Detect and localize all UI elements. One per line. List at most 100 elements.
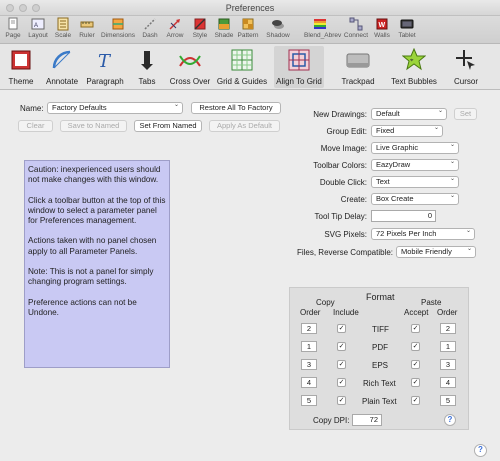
include-checkbox[interactable]: ✓ — [337, 342, 346, 351]
svg-pixels-popup[interactable]: 72 Pixels Per Inch ⌄ — [371, 228, 475, 240]
toolbar-shadow[interactable]: Shadow — [265, 17, 291, 39]
help-button[interactable]: ? — [474, 444, 487, 457]
copy-dpi-field[interactable]: 72 — [352, 414, 382, 426]
tooltip-delay-field[interactable]: 0 — [371, 210, 436, 222]
walls-icon: W — [376, 18, 388, 30]
paste-order-field[interactable]: 5 — [440, 395, 456, 406]
paste-order-field[interactable]: 3 — [440, 359, 456, 370]
tooltip-delay-label: Tool Tip Delay: — [314, 212, 367, 221]
blend-icon — [314, 19, 326, 29]
restore-all-to-factory-button[interactable]: Restore All To Factory — [191, 102, 281, 114]
move-image-popup[interactable]: Live Graphic ⌄ — [371, 142, 459, 154]
toolbar-page[interactable]: Page — [0, 17, 26, 39]
apply-as-default-button[interactable]: Apply As Default — [209, 120, 280, 132]
accept-checkbox[interactable]: ✓ — [411, 396, 420, 405]
chevron-down-icon: ⌄ — [449, 142, 455, 148]
toolbar-blend[interactable]: Blend_Abrev — [304, 17, 341, 39]
tabs-icon — [141, 51, 153, 70]
toolbar-layout[interactable]: A Layout — [25, 17, 51, 39]
annotate-icon — [52, 50, 71, 69]
style-icon — [194, 18, 206, 30]
note-paragraph: Caution: inexperienced users should not … — [28, 165, 161, 185]
include-checkbox[interactable]: ✓ — [337, 360, 346, 369]
include-checkbox[interactable]: ✓ — [337, 378, 346, 387]
chevron-down-icon: ⌄ — [466, 246, 472, 252]
accept-checkbox[interactable]: ✓ — [411, 378, 420, 387]
accept-checkbox[interactable]: ✓ — [411, 360, 420, 369]
tablet-icon — [400, 19, 414, 29]
scale-icon — [57, 17, 69, 31]
chevron-down-icon: ⌄ — [449, 193, 455, 199]
toolbar-tablet[interactable]: Tablet — [394, 17, 420, 39]
include-checkbox[interactable]: ✓ — [337, 324, 346, 333]
accept-checkbox[interactable]: ✓ — [411, 342, 420, 351]
group-edit-value: Fixed — [376, 126, 395, 135]
format-name: PDF — [372, 343, 388, 352]
svg-text:W: W — [379, 22, 386, 29]
note-paragraph: Preference actions can not be Undone. — [28, 297, 137, 317]
chevron-down-icon: ⌄ — [433, 125, 439, 131]
toolbar-shade[interactable]: Shade — [211, 17, 237, 39]
save-to-named-button[interactable]: Save to Named — [60, 120, 127, 132]
set-button[interactable]: Set — [454, 108, 477, 120]
toolbar-cursor[interactable]: Cursor — [450, 48, 482, 86]
copy-order-field[interactable]: 5 — [301, 395, 317, 406]
note-paragraph: Click a toolbar button at the top of thi… — [28, 195, 166, 226]
note-paragraph: Note: This is not a panel for simply cha… — [28, 267, 154, 287]
double-click-popup[interactable]: Text ⌄ — [371, 176, 459, 188]
paste-order-field[interactable]: 1 — [440, 341, 456, 352]
toolbar-paragraph[interactable]: T Paragraph — [85, 48, 125, 86]
copy-order-field[interactable]: 3 — [301, 359, 317, 370]
toolbar-theme[interactable]: Theme — [6, 48, 36, 86]
toolbar-connect[interactable]: Connect — [343, 17, 369, 39]
parameter-toolbar-top: Page A Layout Scale Ruler Dimensions Das… — [0, 16, 500, 44]
grid-guides-icon — [231, 49, 253, 71]
accept-checkbox[interactable]: ✓ — [411, 324, 420, 333]
copy-order-field[interactable]: 1 — [301, 341, 317, 352]
chevron-down-icon: ⌄ — [449, 159, 455, 165]
double-click-label: Double Click: — [319, 178, 367, 187]
pattern-icon — [242, 18, 254, 30]
set-from-named-button[interactable]: Set From Named — [134, 120, 202, 132]
new-drawings-popup[interactable]: Default ⌄ — [371, 108, 447, 120]
create-popup[interactable]: Box Create ⌄ — [371, 193, 459, 205]
text-bubbles-icon: ⌖ — [402, 48, 426, 71]
chevron-down-icon: ⌄ — [437, 108, 443, 114]
name-popup[interactable]: Factory Defaults ⌄ — [47, 102, 183, 114]
copy-order-field[interactable]: 4 — [301, 377, 317, 388]
clear-button[interactable]: Clear — [18, 120, 53, 132]
files-reverse-compatible-popup[interactable]: Mobile Friendly ⌄ — [396, 246, 476, 258]
toolbar-colors-value: EazyDraw — [376, 160, 411, 169]
paste-order-field[interactable]: 2 — [440, 323, 456, 334]
toolbar-grid-guides[interactable]: Grid & Guides — [216, 48, 268, 86]
toolbar-text-bubbles[interactable]: ⌖ Text Bubbles — [390, 48, 438, 86]
window-title: Preferences — [225, 3, 275, 13]
create-label: Create: — [340, 195, 367, 204]
align-to-grid-icon — [288, 49, 310, 71]
toolbar-scale[interactable]: Scale — [50, 17, 76, 39]
format-name: Plain Text — [362, 397, 397, 406]
toolbar-style[interactable]: Style — [187, 17, 213, 39]
format-help-button[interactable]: ? — [444, 414, 456, 426]
toolbar-dimensions[interactable]: Dimensions — [99, 17, 137, 39]
include-checkbox[interactable]: ✓ — [337, 396, 346, 405]
toolbar-cross-over[interactable]: Cross Over — [168, 48, 212, 86]
toolbar-walls[interactable]: W Walls — [369, 17, 395, 39]
toolbar-align-to-grid[interactable]: Align To Grid — [274, 46, 324, 88]
toolbar-dash[interactable]: Dash — [137, 17, 163, 39]
toolbar-annotate[interactable]: Annotate — [43, 48, 81, 86]
group-edit-popup[interactable]: Fixed ⌄ — [371, 125, 443, 137]
shade-icon — [218, 18, 230, 30]
shadow-icon — [272, 20, 284, 29]
toolbar-pattern[interactable]: Pattern — [236, 17, 260, 39]
paste-order-field[interactable]: 4 — [440, 377, 456, 388]
toolbar-arrow[interactable]: Arrow — [162, 17, 188, 39]
copy-order-field[interactable]: 2 — [301, 323, 317, 334]
files-reverse-compatible-label: Files, Reverse Compatible: — [296, 248, 393, 257]
toolbar-tabs[interactable]: Tabs — [134, 48, 160, 86]
arrow-icon — [169, 19, 180, 30]
toolbar-trackpad[interactable]: Trackpad — [338, 48, 378, 86]
toolbar-ruler[interactable]: Ruler — [74, 17, 100, 39]
move-image-label: Move Image: — [320, 144, 367, 153]
toolbar-colors-popup[interactable]: EazyDraw ⌄ — [371, 159, 459, 171]
